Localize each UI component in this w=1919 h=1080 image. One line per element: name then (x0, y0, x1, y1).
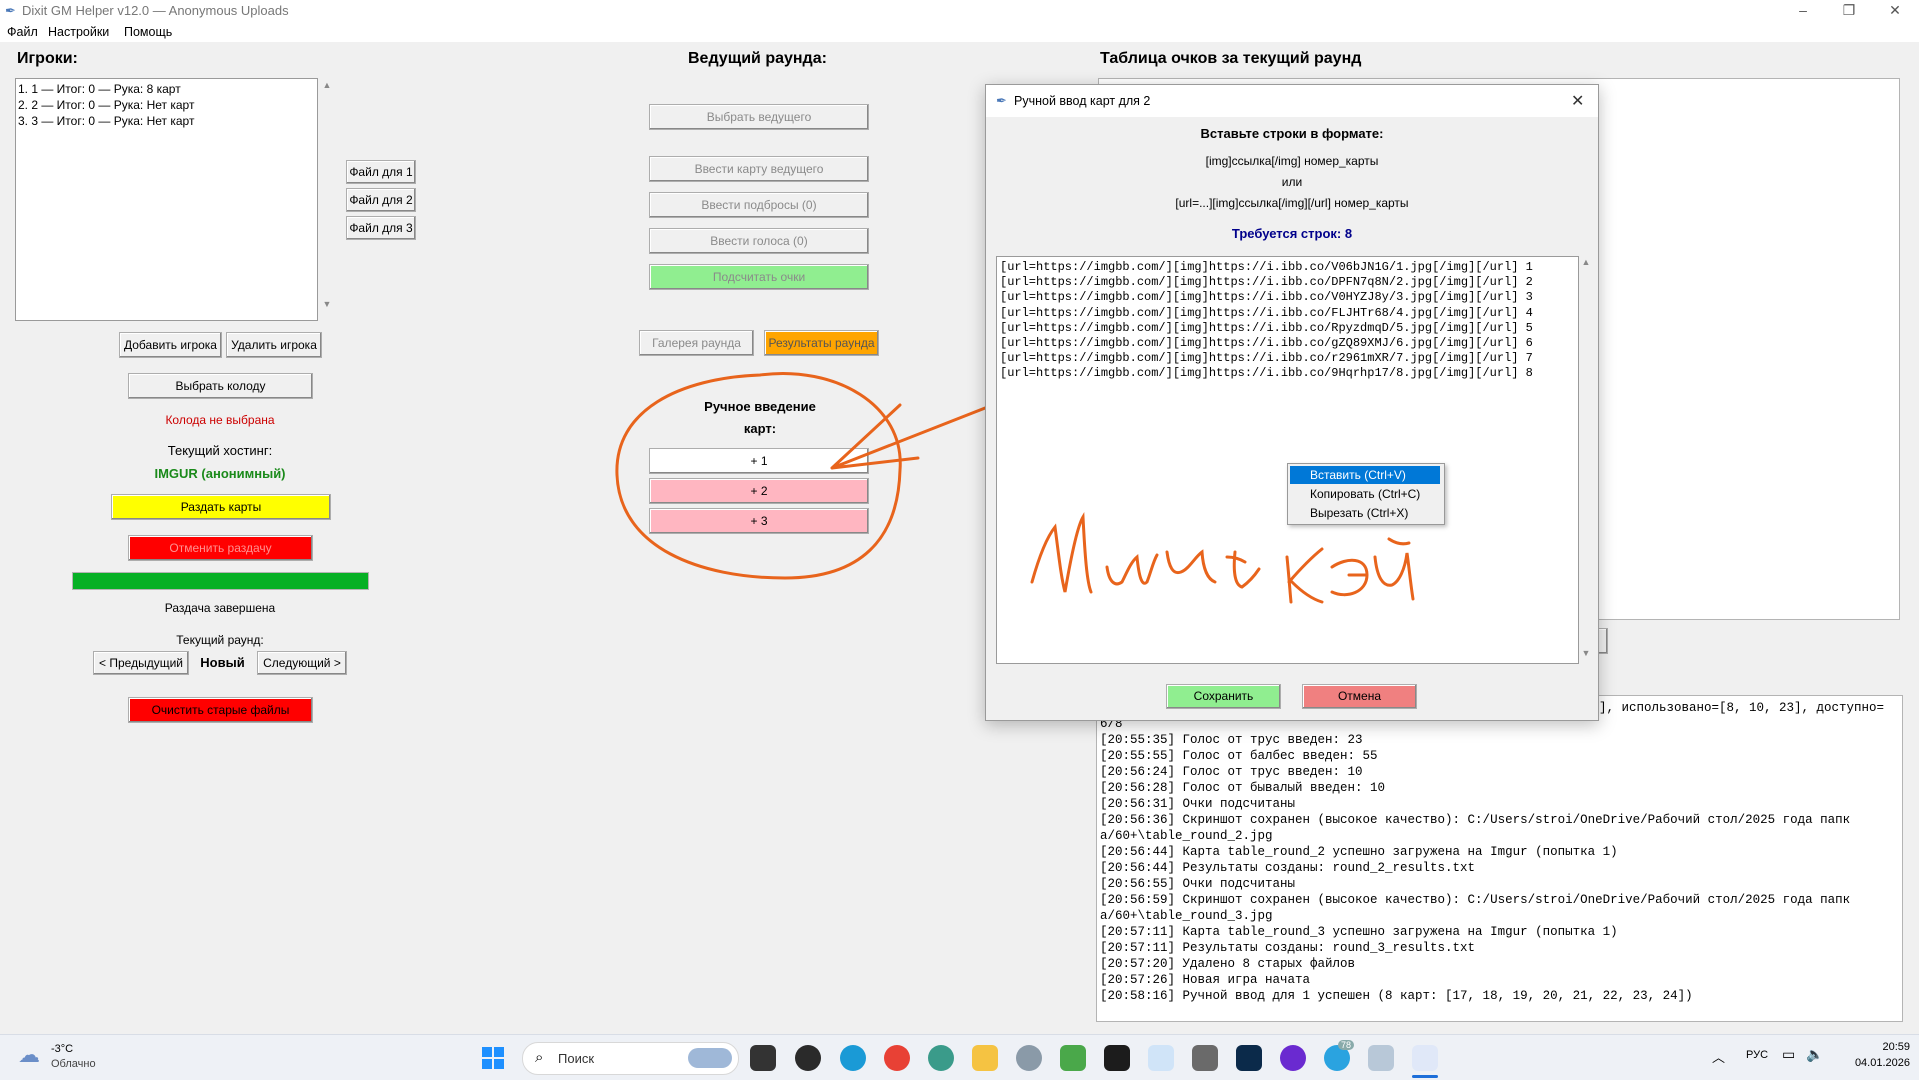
text-scrollbar[interactable]: ▲ ▼ (1580, 257, 1592, 661)
chevron-up-icon[interactable]: ︿ (1712, 1047, 1725, 1066)
settings-gear-icon[interactable] (1016, 1045, 1042, 1071)
manual-entry-dialog: ✒ Ручной ввод карт для 2 ✕ Вставьте стро… (985, 84, 1599, 721)
format-line-1: [img]ссылка[/img] номер_карты (1205, 154, 1379, 168)
monitor-icon[interactable]: ▭ (1782, 1046, 1795, 1063)
chrome-icon[interactable] (884, 1045, 910, 1071)
language-indicator[interactable]: РУС (1746, 1049, 1768, 1061)
speaker-icon[interactable]: 🔈 (1806, 1046, 1823, 1063)
scroll-up-icon[interactable]: ▲ (1580, 257, 1592, 267)
weather-desc: Облачно (51, 1058, 96, 1070)
required-lines: Требуется строк: 8 (1231, 226, 1353, 241)
context-copy[interactable]: Копировать (Ctrl+C) (1290, 485, 1440, 503)
context-menu: Вставить (Ctrl+V) Копировать (Ctrl+C) Вы… (1287, 463, 1445, 525)
weather-temp: -3°C (51, 1043, 74, 1055)
printer-icon[interactable] (1192, 1045, 1218, 1071)
dialog-title-bar: ✒ Ручной ввод карт для 2 ✕ (986, 85, 1598, 117)
taskbar-search[interactable]: ⌕ Поиск (522, 1042, 739, 1075)
search-icon: ⌕ (535, 1049, 544, 1066)
cloud-icon: ☁ (18, 1042, 40, 1067)
telegram-badge: 78 (1338, 1040, 1355, 1050)
taskview-icon[interactable] (750, 1045, 776, 1071)
clock-date[interactable]: 04.01.2026 (1840, 1057, 1910, 1069)
pycharm-icon[interactable] (1104, 1045, 1130, 1071)
windows-start-icon[interactable] (482, 1047, 504, 1069)
format-or: или (1281, 175, 1303, 189)
chat-icon[interactable] (928, 1045, 954, 1071)
edge-icon[interactable] (840, 1045, 866, 1071)
scroll-down-icon[interactable]: ▼ (1580, 648, 1592, 658)
close-icon[interactable]: ✕ (1571, 91, 1584, 111)
cards-text-area[interactable]: [url=https://imgbb.com/][img]https://i.i… (996, 256, 1579, 664)
feather-icon: ✒ (996, 93, 1007, 108)
photoshop-icon[interactable] (1236, 1045, 1262, 1071)
active-app-indicator (1412, 1075, 1438, 1078)
annotation-circle (615, 372, 902, 580)
folder-icon[interactable] (972, 1045, 998, 1071)
context-paste[interactable]: Вставить (Ctrl+V) (1290, 466, 1440, 484)
context-cut[interactable]: Вырезать (Ctrl+X) (1290, 504, 1440, 522)
taskbar: ☁ -3°C Облачно ⌕ Поиск 78 ︿ РУС ▭ 🔈 20:5… (0, 1034, 1919, 1080)
annotation-layer (615, 363, 1097, 580)
save-button[interactable]: Сохранить (1166, 684, 1281, 709)
search-highlight-image (688, 1048, 732, 1068)
obs-icon[interactable] (795, 1045, 821, 1071)
media-icon[interactable] (1280, 1045, 1306, 1071)
feather-app-taskbar-icon[interactable] (1412, 1045, 1438, 1071)
cancel-button[interactable]: Отмена (1302, 684, 1417, 709)
handwritten-scribble (1030, 511, 1415, 604)
image-viewer-icon[interactable] (1060, 1045, 1086, 1071)
format-line-2: [url=...][img]ссылка[/img][/url] номер_к… (1175, 196, 1409, 210)
translate-icon[interactable] (1148, 1045, 1174, 1071)
dialog-title: Ручной ввод карт для 2 (1014, 94, 1151, 108)
format-header: Вставьте строки в формате: (1200, 126, 1384, 141)
search-placeholder: Поиск (558, 1051, 595, 1066)
network-tool-icon[interactable] (1368, 1045, 1394, 1071)
clock-time[interactable]: 20:59 (1864, 1041, 1910, 1053)
